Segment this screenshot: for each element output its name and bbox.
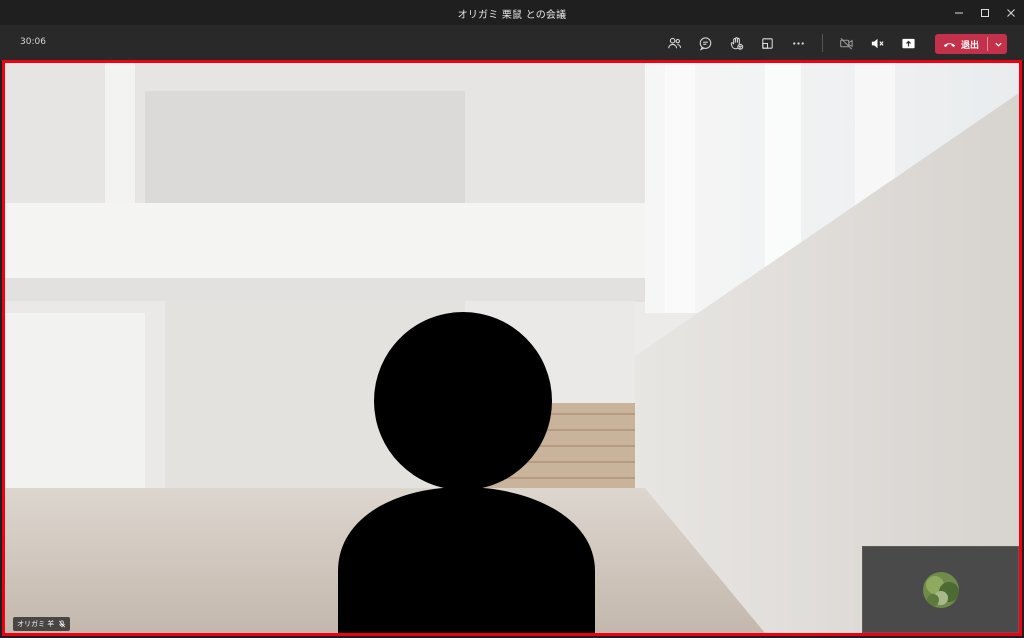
meeting-timer: 30:06 — [20, 37, 46, 47]
camera-off-icon — [839, 37, 853, 49]
close-icon — [1007, 8, 1015, 17]
share-screen-icon — [901, 38, 915, 48]
leave-divider — [987, 37, 988, 51]
people-icon — [667, 37, 681, 48]
minimize-button[interactable] — [946, 0, 972, 25]
chevron-down-icon — [995, 42, 1002, 47]
leave-options-button[interactable] — [990, 34, 1007, 54]
participants-button[interactable] — [663, 32, 685, 54]
phone-hangup-icon — [943, 42, 955, 47]
breakout-rooms-icon — [761, 37, 773, 49]
reactions-button[interactable] — [725, 32, 747, 54]
mic-off-icon — [871, 38, 884, 48]
reactions-icon — [730, 36, 743, 50]
self-view-tile[interactable] — [862, 546, 1019, 633]
window-controls — [946, 0, 1024, 25]
maximize-icon — [981, 8, 989, 17]
mic-toggle-button[interactable] — [866, 32, 888, 54]
camera-toggle-button[interactable] — [835, 32, 857, 54]
meeting-toolbar: 30:06 — [0, 25, 1024, 61]
maximize-button[interactable] — [972, 0, 998, 25]
chat-button[interactable] — [694, 32, 716, 54]
leave-label: 退出 — [961, 40, 980, 51]
more-icon — [792, 41, 804, 45]
more-actions-button[interactable] — [787, 32, 809, 54]
window-title: オリガミ 栗鼠 との会議 — [457, 10, 567, 21]
toolbar-divider — [822, 34, 823, 52]
chat-icon — [699, 36, 711, 51]
mic-off-icon — [59, 620, 66, 628]
leave-button[interactable]: 退出 — [935, 34, 1007, 54]
participant-name-tag: オリガミ 羊 — [13, 617, 71, 631]
meeting-controls — [663, 32, 928, 54]
video-stage: オリガミ 羊 — [2, 60, 1022, 636]
share-screen-button[interactable] — [897, 32, 919, 54]
avatar-image — [923, 572, 959, 608]
breakout-rooms-button[interactable] — [756, 32, 778, 54]
minimize-icon — [955, 12, 963, 13]
avatar — [923, 572, 959, 608]
window-title-bar: オリガミ 栗鼠 との会議 — [0, 0, 1024, 25]
close-button[interactable] — [998, 0, 1024, 25]
participant-name: オリガミ 羊 — [17, 620, 55, 628]
